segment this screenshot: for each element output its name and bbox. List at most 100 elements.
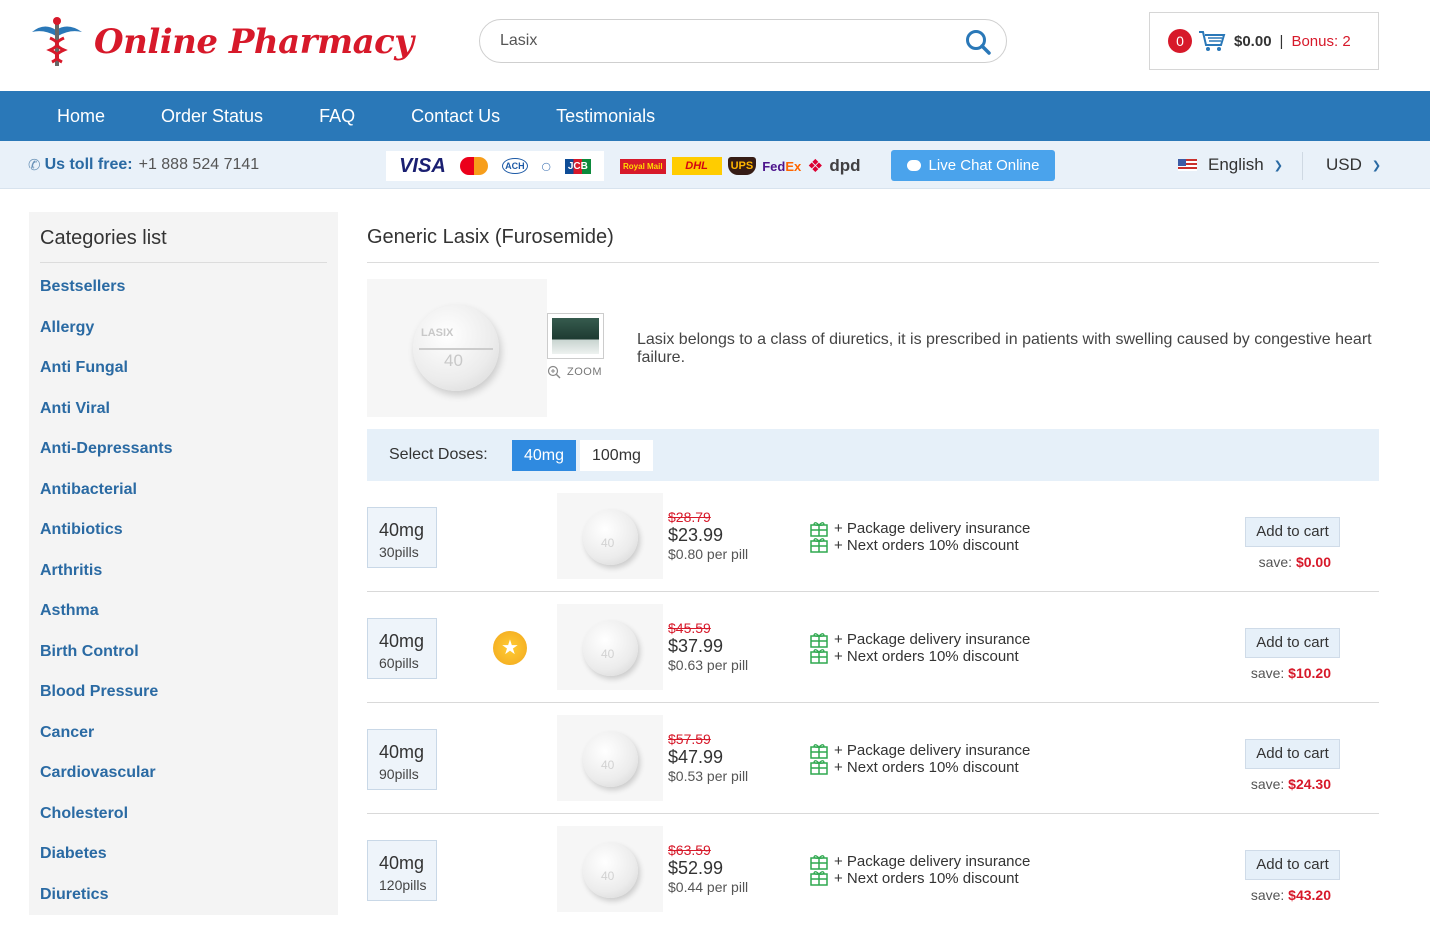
perk-discount: + Next orders 10% discount [834,648,1030,665]
save-label: save: [1251,776,1284,792]
package-pills: 30pills [379,544,419,560]
royal-mail-logo: Royal Mail [620,159,666,174]
package-perks: + Package delivery insurance + Next orde… [834,520,1030,554]
dhl-logo: DHL [672,157,722,175]
category-antibacterial[interactable]: Antibacterial [40,481,172,522]
logo-text: Online Pharmacy [94,22,414,62]
add-to-cart-button[interactable]: Add to cart [1245,739,1340,769]
dose-option-40mg[interactable]: 40mg [512,440,576,471]
gift-icon [810,854,828,886]
category-asthma[interactable]: Asthma [40,602,172,643]
toll-free-label: Us toll free: [45,156,133,174]
divider [40,262,327,263]
zoom-link[interactable]: ZOOM [547,365,602,379]
shipping-carriers: Royal Mail DHL UPS FedEx ❖ dpd [620,151,866,181]
add-to-cart-button[interactable]: Add to cart [1245,517,1340,547]
save-label: save: [1251,887,1284,903]
price: $47.99 [668,747,723,768]
cart-count-badge: 0 [1168,29,1192,53]
package-size: 40mg 120pills [367,840,437,901]
category-diabetes[interactable]: Diabetes [40,845,172,886]
dpd-logo: dpd [829,156,860,176]
search-input[interactable] [500,30,940,52]
cart-separator: | [1280,33,1284,50]
nav-contact-us[interactable]: Contact Us [383,91,528,141]
package-perks: + Package delivery insurance + Next orde… [834,631,1030,665]
category-anti-viral[interactable]: Anti Viral [40,400,172,441]
main-nav: Home Order Status FAQ Contact Us Testimo… [0,91,1430,141]
search-icon[interactable] [964,28,992,56]
pill-thumb: 40 [583,843,638,898]
language-label: English [1208,155,1264,175]
price-per-pill: $0.44 per pill [668,879,748,895]
category-cholesterol[interactable]: Cholesterol [40,805,172,846]
dose-option-100mg[interactable]: 100mg [580,440,653,471]
save-label: save: [1259,554,1292,570]
price: $37.99 [668,636,723,657]
add-to-cart-button[interactable]: Add to cart [1245,850,1340,880]
cart-summary[interactable]: 0 $0.00 | Bonus: 2 [1149,12,1379,70]
cart-total: $0.00 [1234,33,1272,50]
category-birth-control[interactable]: Birth Control [40,643,172,684]
product-description: Lasix belongs to a class of diuretics, i… [637,331,1377,367]
gift-icon [810,521,828,553]
save-amount: save: $43.20 [1251,887,1331,903]
add-to-cart-button[interactable]: Add to cart [1245,628,1340,658]
pill-number: 40 [444,351,463,371]
site-logo[interactable]: Online Pharmacy [28,16,414,68]
package-row: 40mg 90pills 40 $57.59 $47.99 $0.53 per … [367,703,1379,814]
chevron-down-icon: ❯ [1372,159,1381,172]
save-label: save: [1251,665,1284,681]
old-price: $45.59 [668,620,711,636]
bestseller-star-icon: ★ [493,631,527,665]
toll-free: ✆ Us toll free: +1 888 524 7141 [28,156,259,174]
pill-number: 40 [601,647,614,661]
category-diuretics[interactable]: Diuretics [40,886,172,926]
package-size: 40mg 30pills [367,507,437,568]
package-size: 40mg 90pills [367,729,437,790]
currency-label: USD [1326,155,1362,175]
nav-faq[interactable]: FAQ [291,91,383,141]
save-amount: save: $10.20 [1251,665,1331,681]
pill-number: 40 [601,536,614,550]
product-thumbnail[interactable] [547,313,604,359]
category-anti-fungal[interactable]: Anti Fungal [40,359,172,400]
nav-testimonials[interactable]: Testimonials [528,91,683,141]
pill-number: 40 [601,869,614,883]
us-flag-icon [1178,159,1197,171]
live-chat-label: Live Chat Online [929,157,1040,174]
old-price: $57.59 [668,731,711,747]
dpd-cube-icon: ❖ [807,156,823,177]
old-price: $63.59 [668,842,711,858]
payment-methods: VISA ACH ◯ JCB [386,151,604,181]
category-list: Bestsellers Allergy Anti Fungal Anti Vir… [40,278,172,926]
category-arthritis[interactable]: Arthritis [40,562,172,603]
save-value: $10.20 [1288,665,1331,681]
ups-logo: UPS [728,157,757,175]
perk-discount: + Next orders 10% discount [834,537,1030,554]
dose-selector: Select Doses: 40mg 100mg [367,429,1379,481]
pill-thumb: 40 [583,732,638,787]
category-allergy[interactable]: Allergy [40,319,172,360]
category-anti-depressants[interactable]: Anti-Depressants [40,440,172,481]
blister-pack-image [552,318,599,354]
nav-home[interactable]: Home [0,91,133,141]
nav-order-status[interactable]: Order Status [133,91,291,141]
category-antibiotics[interactable]: Antibiotics [40,521,172,562]
save-value: $43.20 [1288,887,1331,903]
mastercard-logo [460,157,488,175]
category-bestsellers[interactable]: Bestsellers [40,278,172,319]
package-row: 40mg 60pills ★ 40 $45.59 $37.99 $0.63 pe… [367,592,1379,703]
live-chat-button[interactable]: Live Chat Online [891,150,1055,181]
sidebar-title: Categories list [40,227,167,250]
category-cancer[interactable]: Cancer [40,724,172,765]
phone-icon: ✆ [28,156,41,174]
package-pills: 60pills [379,655,419,671]
search-bar [479,19,1007,63]
currency-selector[interactable]: USD ❯ [1326,155,1381,175]
category-blood-pressure[interactable]: Blood Pressure [40,683,172,724]
package-size: 40mg 60pills [367,618,437,679]
category-cardiovascular[interactable]: Cardiovascular [40,764,172,805]
language-selector[interactable]: English ❯ [1178,155,1283,175]
chevron-down-icon: ❯ [1274,159,1283,172]
